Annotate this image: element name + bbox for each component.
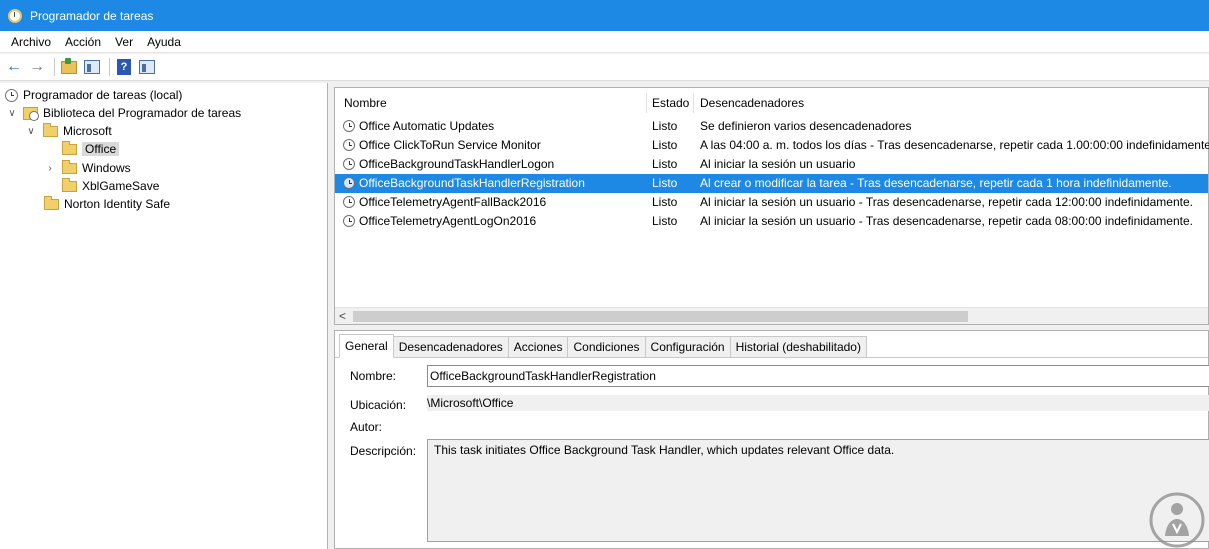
chevron-down-icon[interactable]: ∨ xyxy=(6,108,18,119)
task-state: Listo xyxy=(652,195,678,209)
menu-accion[interactable]: Acción xyxy=(58,35,108,49)
description-label: Descripción: xyxy=(350,444,417,458)
tab-conditions[interactable]: Condiciones xyxy=(567,336,646,357)
tree-label: Microsoft xyxy=(63,124,112,138)
task-state: Listo xyxy=(652,214,678,228)
tree-label: Programador de tareas (local) xyxy=(23,88,183,102)
toolbar: ← → ? xyxy=(0,54,1209,81)
tree-node-xblgamesave[interactable]: XblGameSave xyxy=(62,177,159,195)
tree-node-windows[interactable]: › Windows xyxy=(44,159,131,177)
chevron-right-icon[interactable]: › xyxy=(44,163,56,174)
tree-label: Biblioteca del Programador de tareas xyxy=(43,106,242,120)
folder-icon xyxy=(43,122,58,137)
scroll-left-icon[interactable]: < xyxy=(339,309,346,323)
task-state: Listo xyxy=(652,176,678,190)
name-label: Nombre: xyxy=(350,369,397,383)
help-icon[interactable]: ? xyxy=(114,57,134,77)
show-hide-pane-icon[interactable] xyxy=(82,57,102,77)
task-icon xyxy=(343,177,355,189)
column-header-name[interactable]: Nombre xyxy=(344,94,387,112)
folder-up-icon[interactable] xyxy=(59,57,79,77)
author-label: Autor: xyxy=(350,420,383,434)
clock-icon xyxy=(5,88,18,102)
menu-ver[interactable]: Ver xyxy=(108,35,140,49)
window-title: Programador de tareas xyxy=(30,8,154,23)
menu-ayuda[interactable]: Ayuda xyxy=(140,35,188,49)
task-trigger: Al iniciar la sesión un usuario xyxy=(700,157,856,171)
task-trigger: Al iniciar la sesión un usuario - Tras d… xyxy=(700,195,1193,209)
column-divider[interactable] xyxy=(693,93,694,113)
task-name-field[interactable]: OfficeBackgroundTaskHandlerRegistration xyxy=(427,365,1209,387)
task-name: Office ClickToRun Service Monitor xyxy=(359,138,541,152)
task-state: Listo xyxy=(652,157,678,171)
scrollbar-thumb[interactable] xyxy=(353,311,968,322)
tree-node-norton[interactable]: Norton Identity Safe xyxy=(44,195,170,213)
task-name: OfficeBackgroundTaskHandlerRegistration xyxy=(359,176,585,190)
column-divider[interactable] xyxy=(646,93,647,113)
description-field[interactable]: This task initiates Office Background Ta… xyxy=(427,439,1209,542)
folder-icon xyxy=(62,159,77,174)
column-header-state[interactable]: Estado xyxy=(652,94,689,112)
tree-node-microsoft[interactable]: ∨ Microsoft xyxy=(25,122,112,140)
tab-triggers[interactable]: Desencadenadores xyxy=(392,336,509,357)
task-trigger: A las 04:00 a. m. todos los días - Tras … xyxy=(700,138,1209,152)
task-icon xyxy=(343,196,355,208)
task-icon xyxy=(343,139,355,151)
action-pane-icon[interactable] xyxy=(137,57,157,77)
task-row[interactable]: Office Automatic Updates Listo Se defini… xyxy=(335,117,1208,136)
folder-icon xyxy=(62,140,77,155)
tree-node-root[interactable]: Programador de tareas (local) xyxy=(5,86,182,104)
task-row[interactable]: OfficeBackgroundTaskHandlerLogon Listo A… xyxy=(335,155,1208,174)
navigation-tree: Programador de tareas (local) ∨ Bibliote… xyxy=(0,83,328,549)
task-details: General Desencadenadores Acciones Condic… xyxy=(334,330,1209,549)
tree-label: Office xyxy=(82,142,120,156)
tab-settings[interactable]: Configuración xyxy=(644,336,731,357)
back-arrow-icon[interactable]: ← xyxy=(4,57,24,77)
tree-label: Windows xyxy=(82,161,131,175)
task-name: Office Automatic Updates xyxy=(359,119,495,133)
folder-icon xyxy=(62,177,77,192)
toolbar-divider xyxy=(54,58,55,76)
tab-general[interactable]: General xyxy=(339,334,394,358)
task-name: OfficeBackgroundTaskHandlerLogon xyxy=(359,157,555,171)
location-label: Ubicación: xyxy=(350,398,407,412)
menu-archivo[interactable]: Archivo xyxy=(4,35,58,49)
tab-actions[interactable]: Acciones xyxy=(507,336,569,357)
tree-label: Norton Identity Safe xyxy=(64,197,171,211)
person-help-logo xyxy=(1149,492,1205,548)
task-name: OfficeTelemetryAgentFallBack2016 xyxy=(359,195,547,209)
task-icon xyxy=(343,158,355,170)
task-list: Nombre Estado Desencadenadores Office Au… xyxy=(334,87,1209,325)
library-folder-icon xyxy=(23,106,39,121)
tab-bar: General Desencadenadores Acciones Condic… xyxy=(335,331,1208,358)
task-state: Listo xyxy=(652,119,678,133)
task-row[interactable]: OfficeTelemetryAgentLogOn2016 Listo Al i… xyxy=(335,212,1208,231)
forward-arrow-icon[interactable]: → xyxy=(27,57,47,77)
title-bar: Programador de tareas xyxy=(0,0,1209,31)
chevron-down-icon[interactable]: ∨ xyxy=(25,126,37,137)
folder-icon xyxy=(44,195,59,210)
toolbar-divider xyxy=(109,58,110,76)
task-icon xyxy=(343,215,355,227)
menu-bar: Archivo Acción Ver Ayuda xyxy=(0,31,1209,53)
task-row-selected[interactable]: OfficeBackgroundTaskHandlerRegistration … xyxy=(335,174,1208,193)
task-trigger: Al iniciar la sesión un usuario - Tras d… xyxy=(700,214,1193,228)
task-scheduler-icon xyxy=(8,8,22,23)
tree-node-library[interactable]: ∨ Biblioteca del Programador de tareas xyxy=(6,104,241,122)
task-trigger: Al crear o modificar la tarea - Tras des… xyxy=(700,176,1172,190)
task-state: Listo xyxy=(652,138,678,152)
tree-node-office[interactable]: Office xyxy=(62,140,120,158)
task-name: OfficeTelemetryAgentLogOn2016 xyxy=(359,214,537,228)
horizontal-scrollbar[interactable]: < xyxy=(335,307,1208,324)
task-icon xyxy=(343,120,355,132)
tree-label: XblGameSave xyxy=(82,179,160,193)
column-header-triggers[interactable]: Desencadenadores xyxy=(700,94,804,112)
tab-history[interactable]: Historial (deshabilitado) xyxy=(729,336,867,357)
task-row[interactable]: OfficeTelemetryAgentFallBack2016 Listo A… xyxy=(335,193,1208,212)
location-value: \Microsoft\Office xyxy=(427,395,1209,411)
task-row[interactable]: Office ClickToRun Service Monitor Listo … xyxy=(335,136,1209,155)
task-trigger: Se definieron varios desencadenadores xyxy=(700,119,912,133)
